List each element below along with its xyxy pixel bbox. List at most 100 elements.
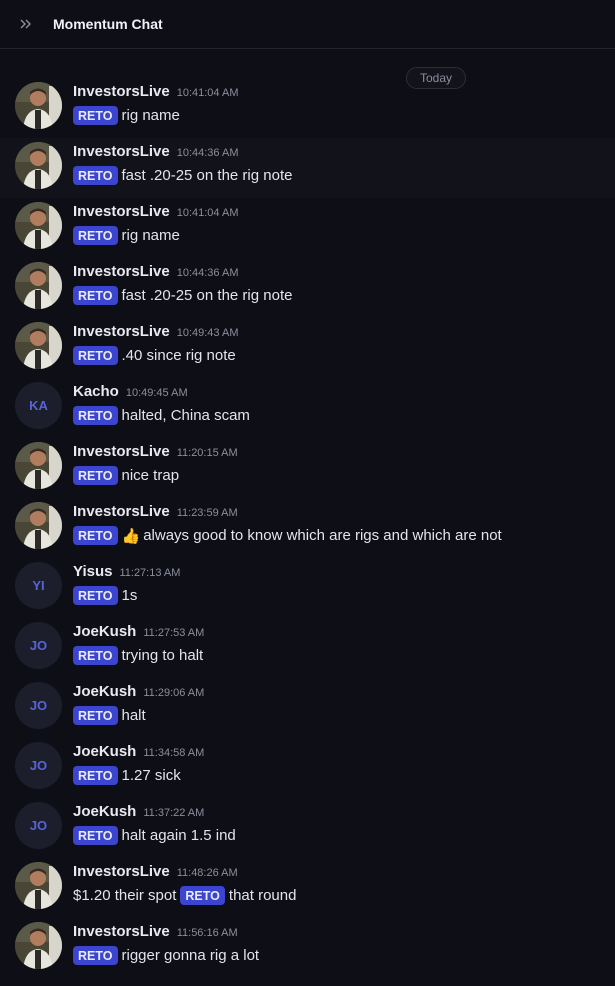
reto-badge[interactable]: RETO — [73, 946, 118, 965]
avatar[interactable]: JO — [15, 802, 62, 849]
timestamp: 10:49:43 AM — [176, 327, 239, 339]
timestamp: 11:27:13 AM — [119, 567, 181, 579]
chat-message: JO JoeKush 11:27:53 AM RETO trying to halt — [0, 618, 615, 678]
avatar[interactable] — [15, 82, 62, 129]
chat-message: InvestorsLive 11:23:59 AM RETO 👍 always good… — [0, 498, 615, 558]
username[interactable]: Kacho — [73, 383, 119, 400]
timestamp: 11:20:15 AM — [176, 447, 238, 459]
message-text: RETO rig name — [73, 106, 180, 125]
message-text: RETO trying to halt — [73, 646, 203, 665]
reto-badge[interactable]: RETO — [73, 406, 118, 425]
thumbs-up-icon: 👍 — [121, 527, 141, 545]
message-text: RETO halted, China scam — [73, 406, 250, 425]
avatar[interactable]: YI — [15, 562, 62, 609]
chat-message: InvestorsLive 11:20:15 AM RETO nice trap — [0, 438, 615, 498]
reto-badge[interactable]: RETO — [73, 226, 118, 245]
username[interactable]: InvestorsLive — [73, 923, 170, 940]
reto-badge[interactable]: RETO — [73, 346, 118, 365]
message-meta: InvestorsLive 11:20:15 AM — [73, 443, 238, 460]
message-body: fast .20-25 on the rig note — [121, 287, 293, 304]
reto-badge[interactable]: RETO — [180, 886, 225, 905]
username[interactable]: InvestorsLive — [73, 443, 170, 460]
message-body: fast .20-25 on the rig note — [121, 167, 293, 184]
message-meta: InvestorsLive 11:56:16 AM — [73, 923, 238, 940]
message-text: RETO fast .20-25 on the rig note — [73, 286, 292, 305]
username[interactable]: InvestorsLive — [73, 203, 170, 220]
username[interactable]: JoeKush — [73, 803, 136, 820]
message-text: RETO halt — [73, 706, 146, 725]
timestamp: 11:29:06 AM — [143, 687, 205, 699]
avatar[interactable]: KA — [15, 382, 62, 429]
message-text: RETO rig name — [73, 226, 180, 245]
avatar[interactable]: JO — [15, 682, 62, 729]
username[interactable]: InvestorsLive — [73, 863, 170, 880]
timestamp: 10:41:04 AM — [176, 207, 239, 219]
message-text: RETO .40 since rig note — [73, 346, 236, 365]
message-body: that round — [228, 887, 297, 904]
username[interactable]: InvestorsLive — [73, 323, 170, 340]
chat-message: YI Yisus 11:27:13 AM RETO 1s — [0, 558, 615, 618]
reto-badge[interactable]: RETO — [73, 166, 118, 185]
username[interactable]: InvestorsLive — [73, 83, 170, 100]
chat-message: JO JoeKush 11:37:22 AM RETO halt again 1.5 i… — [0, 798, 615, 858]
reto-badge[interactable]: RETO — [73, 106, 118, 125]
username[interactable]: InvestorsLive — [73, 143, 170, 160]
message-text: $1.20 their spot RETO that round — [73, 886, 296, 905]
avatar[interactable] — [15, 442, 62, 489]
message-meta: InvestorsLive 11:48:26 AM — [73, 863, 238, 880]
timestamp: 11:37:22 AM — [143, 807, 205, 819]
message-text-prefix: $1.20 their spot — [73, 887, 177, 904]
avatar[interactable]: JO — [15, 622, 62, 669]
timestamp: 10:41:04 AM — [176, 87, 239, 99]
message-meta: InvestorsLive 10:41:04 AM — [73, 83, 239, 100]
timestamp: 10:44:36 AM — [176, 267, 239, 279]
username[interactable]: JoeKush — [73, 743, 136, 760]
message-meta: InvestorsLive 10:49:43 AM — [73, 323, 239, 340]
username[interactable]: InvestorsLive — [73, 263, 170, 280]
chat-message: InvestorsLive 10:41:04 AM RETO rig name — [0, 78, 615, 138]
chat-message: InvestorsLive 10:41:04 AM RETO rig name — [0, 198, 615, 258]
message-text: RETO fast .20-25 on the rig note — [73, 166, 292, 185]
reto-badge[interactable]: RETO — [73, 586, 118, 605]
chat-message: InvestorsLive 10:44:36 AM RETO fast .20-25 … — [0, 258, 615, 318]
message-body: rigger gonna rig a lot — [121, 947, 260, 964]
timestamp: 11:27:53 AM — [143, 627, 205, 639]
message-body: always good to know which are rigs and w… — [143, 527, 502, 544]
reto-badge[interactable]: RETO — [73, 286, 118, 305]
message-meta: JoeKush 11:34:58 AM — [73, 743, 204, 760]
avatar[interactable] — [15, 262, 62, 309]
reto-badge[interactable]: RETO — [73, 466, 118, 485]
reto-badge[interactable]: RETO — [73, 526, 118, 545]
message-meta: InvestorsLive 10:44:36 AM — [73, 263, 239, 280]
message-body: halted, China scam — [121, 407, 250, 424]
message-body: halt again 1.5 ind — [121, 827, 236, 844]
message-text: RETO 1.27 sick — [73, 766, 181, 785]
avatar[interactable] — [15, 142, 62, 189]
avatar[interactable] — [15, 862, 62, 909]
avatar[interactable] — [15, 502, 62, 549]
message-meta: Yisus 11:27:13 AM — [73, 563, 180, 580]
message-meta: InvestorsLive 10:44:36 AM — [73, 143, 239, 160]
reto-badge[interactable]: RETO — [73, 826, 118, 845]
message-text: RETO halt again 1.5 ind — [73, 826, 236, 845]
double-chevron-right-icon[interactable] — [16, 14, 36, 34]
chat-title: Momentum Chat — [53, 16, 163, 32]
username[interactable]: Yisus — [73, 563, 112, 580]
avatar[interactable] — [15, 202, 62, 249]
reto-badge[interactable]: RETO — [73, 646, 118, 665]
timestamp: 11:48:26 AM — [176, 867, 238, 879]
username[interactable]: JoeKush — [73, 623, 136, 640]
message-text: RETO 1s — [73, 586, 137, 605]
avatar[interactable] — [15, 322, 62, 369]
avatar[interactable]: JO — [15, 742, 62, 789]
chat-message: JO JoeKush 11:29:06 AM RETO halt — [0, 678, 615, 738]
reto-badge[interactable]: RETO — [73, 766, 118, 785]
chat-message: KA Kacho 10:49:45 AM RETO halted, China scam — [0, 378, 615, 438]
username[interactable]: JoeKush — [73, 683, 136, 700]
message-meta: JoeKush 11:27:53 AM — [73, 623, 204, 640]
message-text: RETO rigger gonna rig a lot — [73, 946, 259, 965]
username[interactable]: InvestorsLive — [73, 503, 170, 520]
avatar[interactable] — [15, 922, 62, 969]
reto-badge[interactable]: RETO — [73, 706, 118, 725]
timestamp: 10:44:36 AM — [176, 147, 239, 159]
